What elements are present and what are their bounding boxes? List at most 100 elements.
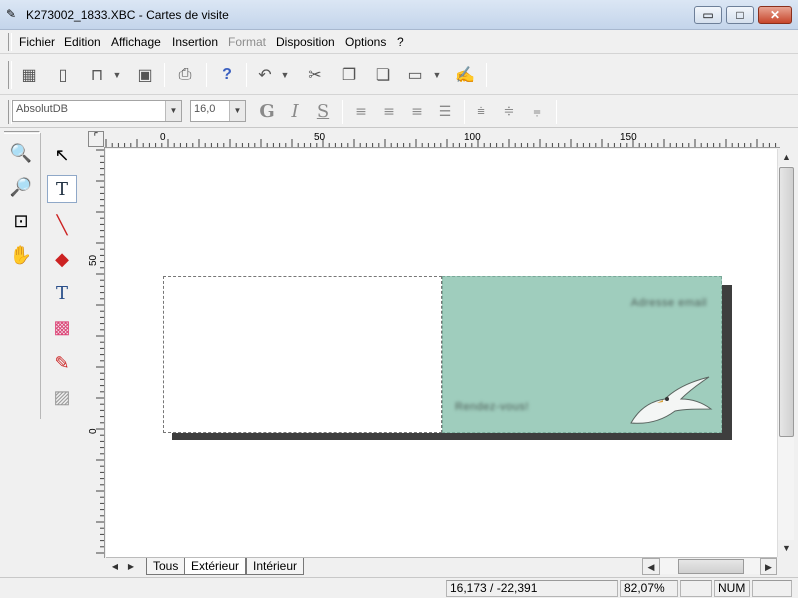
seagull-image[interactable] [623,369,723,431]
tab-scroll-left-icon[interactable]: ◀ [108,558,122,575]
vertical-ruler-ticks [96,149,104,554]
scroll-right-icon[interactable]: ▶ [760,558,777,575]
minimize-button[interactable]: ▭ [694,6,722,24]
maximize-button[interactable]: □ [726,6,754,24]
ruler-label: 50 [314,132,326,143]
menu-fichier[interactable]: Fichier [19,35,55,49]
tab-interieur[interactable]: Intérieur [246,558,305,575]
scanner-dropdown-icon[interactable]: ▼ [430,62,444,88]
ruler-corner[interactable]: ⌜ [88,131,104,147]
scroll-up-icon[interactable]: ▲ [778,149,795,166]
hand-pan-icon[interactable]: ✋ [6,241,36,269]
copy-icon[interactable]: ❐ [336,62,362,88]
scroll-left-icon[interactable]: ◀ [642,558,660,575]
palette-divider [40,133,41,419]
horizontal-ruler: 0 50 100 150 [104,131,780,148]
ruler-label: 100 [464,132,481,143]
menu-disposition[interactable]: Disposition [276,35,335,49]
color-tool-icon[interactable]: ✎ [47,349,77,377]
ruler-label: 50 [88,254,99,266]
menu-bar: Fichier Edition Affichage Insertion Form… [0,30,798,54]
print-icon[interactable]: ⎙ [172,62,198,88]
menu-grip[interactable] [8,33,12,51]
ruler-label: 150 [620,132,637,143]
font-name-select[interactable]: AbsolutDB ▼ [12,100,182,122]
image-tool-icon[interactable]: ▩ [47,313,77,341]
open-dropdown-icon[interactable]: ▼ [110,62,124,88]
scanner-icon[interactable]: ▭ [402,62,428,88]
font-size-select[interactable]: 16,0 ▼ [190,100,246,122]
card-text-line2[interactable]: Rendez-vous! [455,401,529,413]
card-text-line1[interactable]: Adresse email [631,297,707,309]
toolbar-grip[interactable] [8,61,12,89]
menu-options[interactable]: Options [345,35,386,49]
palette-grip[interactable] [4,131,40,134]
chevron-down-icon[interactable]: ▼ [165,101,181,121]
align-left-icon[interactable]: ≡ [350,101,372,123]
sign-icon[interactable]: ✍ [452,62,478,88]
tab-exterieur[interactable]: Extérieur [184,558,247,575]
line-tool-icon[interactable]: ╲ [47,211,77,239]
ruler-label: 0 [160,132,166,143]
close-button[interactable]: ✕ [758,6,792,24]
design-canvas[interactable]: Adresse email Rendez-vous! [106,149,777,557]
separator [486,63,487,87]
horizontal-ruler-ticks [105,139,777,147]
justify-icon[interactable]: ☰ [434,101,456,123]
open-folder-icon[interactable]: ⊓ [84,62,110,88]
zoom-in-icon[interactable]: 🔍 [6,139,36,167]
tab-tous[interactable]: Tous [146,558,186,575]
cursor-coordinates: 16,173 / -22,391 [446,580,618,597]
underline-button[interactable]: S [312,101,334,123]
card-left-panel[interactable] [163,276,442,433]
pattern-tool-icon[interactable]: ▨ [47,383,77,411]
italic-button[interactable]: I [284,101,306,123]
scroll-down-icon[interactable]: ▼ [778,540,795,557]
title-bar[interactable]: ✎ K273002_1833.XBC - Cartes de visite ▭ … [0,0,798,30]
shapes-tool-icon[interactable]: ◆ [47,245,77,273]
zoom-out-icon[interactable]: 🔎 [6,173,36,201]
app-icon: ✎ [6,7,17,21]
align-right-icon[interactable]: ≡ [406,101,428,123]
separator [556,100,557,124]
chevron-down-icon[interactable]: ▼ [229,101,245,121]
text-frame-icon[interactable]: T [47,279,77,307]
help-icon[interactable]: ? [214,62,240,88]
save-icon[interactable]: ▣ [132,62,158,88]
catalog-icon[interactable]: ▦ [16,62,42,88]
separator [164,63,165,87]
zoom-level: 82,07% [620,580,678,597]
separator [342,100,343,124]
tool-palette: 🔍 🔎 ⊡ ✋ ↖ T ╲ ◆ T ▩ ✎ ▨ [0,129,84,576]
text-tool-icon[interactable]: T [47,175,77,203]
font-size-value: 16,0 [194,103,216,115]
cut-icon[interactable]: ✂ [302,62,328,88]
status-empty-cell [752,580,792,597]
valign-bottom-icon[interactable]: ⩦ [526,101,548,123]
undo-dropdown-icon[interactable]: ▼ [278,62,292,88]
paste-icon[interactable]: ❏ [370,62,396,88]
status-bar: 16,173 / -22,391 82,07% NUM [0,577,798,598]
menu-edition[interactable]: Edition [64,35,101,49]
vertical-scrollbar[interactable]: ▲ ▼ [777,149,795,557]
num-lock-indicator: NUM [714,580,750,597]
vertical-ruler: 50 0 [88,148,105,558]
tab-scroll-right-icon[interactable]: ▶ [124,558,138,575]
menu-insertion[interactable]: Insertion [172,35,218,49]
valign-middle-icon[interactable]: ≑ [498,101,520,123]
valign-top-icon[interactable]: ⩧ [470,101,492,123]
select-arrow-icon[interactable]: ↖ [47,141,77,169]
menu-affichage[interactable]: Affichage [111,35,161,49]
zoom-page-icon[interactable]: ⊡ [6,207,36,235]
font-name-value: AbsolutDB [16,103,68,115]
new-document-icon[interactable]: ▯ [50,62,76,88]
vertical-scroll-thumb[interactable] [779,167,794,437]
horizontal-scroll-thumb[interactable] [678,559,744,574]
bold-button[interactable]: G [256,101,278,123]
card-right-panel[interactable]: Adresse email Rendez-vous! [442,276,722,433]
menu-help[interactable]: ? [397,35,404,49]
undo-icon[interactable]: ↶ [252,62,278,88]
ruler-label: 0 [88,428,99,434]
align-center-icon[interactable]: ≡ [378,101,400,123]
menu-format[interactable]: Format [228,35,266,49]
